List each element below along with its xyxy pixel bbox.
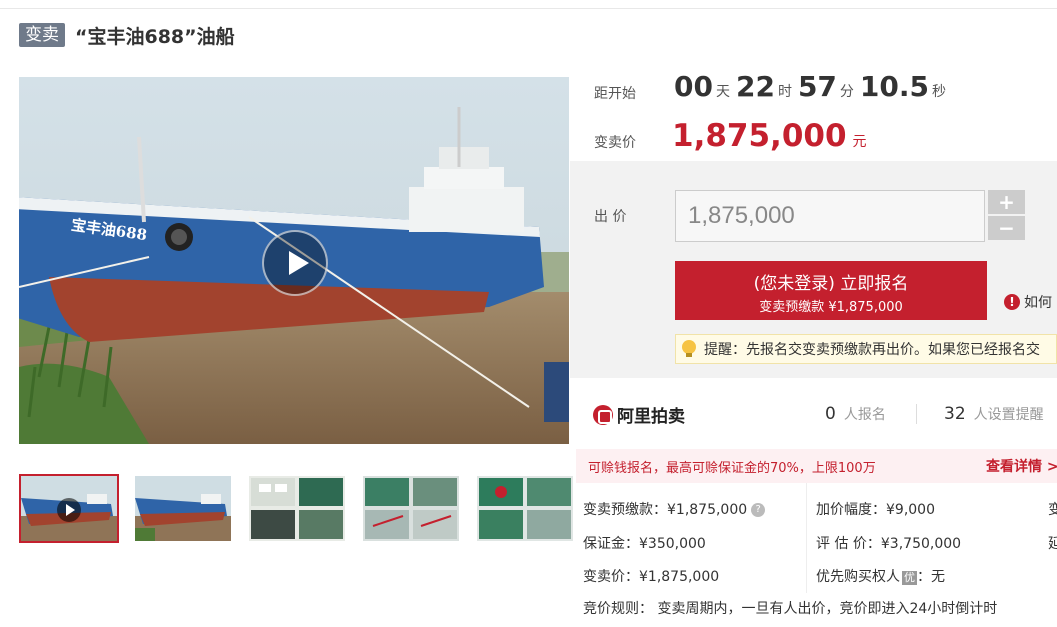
page-title: “宝丰油688”油船 (75, 25, 235, 48)
cut-column-text-2: 延 (1048, 536, 1057, 552)
countdown-days-unit: 天 (715, 84, 730, 100)
increase-bid-button[interactable]: + (988, 190, 1025, 214)
thumbnail-photo-2[interactable] (247, 474, 347, 543)
bid-label: 出 价 (594, 209, 627, 225)
countdown-hours: 22 (735, 70, 775, 103)
thumbnail-photo-4[interactable] (475, 474, 575, 543)
priority-badge: 优 (902, 571, 917, 585)
countdown-seconds-unit: 秒 (932, 84, 946, 100)
countdown-hours-unit: 时 (777, 84, 792, 100)
countdown-minutes: 57 (797, 70, 837, 103)
thumb-image (363, 476, 459, 541)
countdown-days: 00 (674, 70, 713, 103)
signup-button[interactable]: (您未登录) 立即报名 变卖预缴款 ¥1,875,000 (675, 261, 987, 320)
main-image[interactable]: 宝丰油688 (19, 77, 569, 444)
appraisal-info: 评 估 价：¥3,750,000 (816, 536, 962, 552)
thumb-image (249, 476, 345, 541)
countdown: 00 天 22 时 57 分 10.5 秒 (674, 70, 952, 103)
thumbnail-photo-3[interactable] (361, 474, 461, 543)
reminder-notice: 提醒：先报名交变卖预缴款再出价。如果您已经报名交 (675, 334, 1057, 364)
brand-name: 阿里拍卖 (617, 407, 685, 427)
priority-buyer-info: 优先购买权人优：无 (816, 566, 945, 586)
registered-count: 0 (825, 404, 836, 424)
deposit-text: 变卖预缴款：¥1,875,000 (583, 502, 748, 518)
reminder-count: 32 (944, 404, 966, 424)
decrease-bid-button[interactable]: − (988, 216, 1025, 240)
bid-amount-input[interactable]: 1,875,000 (675, 190, 985, 242)
increment-info: 加价幅度：¥9,000 (816, 502, 935, 518)
price-unit: 元 (852, 134, 867, 150)
thumb-image (477, 476, 573, 541)
thumb-image (135, 476, 231, 541)
registered-stat: 0 人报名 (825, 404, 886, 424)
thumbnail-photo-1[interactable] (133, 474, 233, 543)
credit-promo-bar: 可赊钱报名，最高可赊保证金的70%，上限100万 查看详情 > (576, 449, 1057, 483)
lightbulb-icon (682, 340, 696, 358)
countdown-label: 距开始 (594, 86, 636, 102)
guarantee-info: 保证金：¥350,000 (583, 536, 706, 552)
alibaba-auction-logo: 阿里拍卖 (593, 402, 685, 427)
countdown-minutes-unit: 分 (839, 84, 854, 100)
stat-divider (916, 404, 917, 424)
priority-value: ：无 (917, 569, 945, 585)
sale-price-info: 变卖价：¥1,875,000 (583, 569, 720, 585)
video-play-icon[interactable] (262, 230, 328, 296)
signup-label: (您未登录) 立即报名 (753, 274, 909, 294)
thumbnail-video[interactable] (19, 474, 119, 543)
price: 1,875,000 元 (672, 118, 867, 154)
cut-column-text-1: 变 (1048, 502, 1057, 518)
price-value: 1,875,000 (672, 118, 847, 154)
play-icon (57, 498, 81, 522)
view-details-link[interactable]: 查看详情 > (986, 456, 1057, 476)
detail-column-divider (806, 483, 807, 593)
top-divider (0, 8, 1057, 9)
reminder-label: 人设置提醒 (973, 407, 1044, 423)
signup-deposit-label: 变卖预缴款 ¥1,875,000 (759, 300, 903, 315)
auction-hammer-icon (593, 404, 613, 425)
promo-text: 可赊钱报名，最高可赊保证金的70%，上限100万 (588, 460, 876, 476)
sale-type-tag: 变卖 (19, 23, 65, 47)
info-icon: ! (1004, 294, 1020, 310)
registered-label: 人报名 (843, 407, 886, 423)
priority-label: 优先购买权人 (816, 569, 900, 585)
bidding-rules: 竞价规则： 变卖周期内，一旦有人出价，竞价即进入24小时倒计时 (583, 601, 998, 617)
deposit-info: 变卖预缴款：¥1,875,000? (583, 499, 766, 519)
howto-link[interactable]: ! 如何 (1004, 292, 1052, 312)
reminder-text: 提醒：先报名交变卖预缴款再出价。如果您已经报名交 (704, 342, 1040, 358)
reminder-stat: 32 人设置提醒 (944, 404, 1044, 424)
thumbnail-strip (19, 474, 589, 543)
help-icon[interactable]: ? (751, 503, 766, 517)
countdown-seconds: 10.5 (859, 70, 929, 103)
title-row: 变卖 “宝丰油688”油船 (19, 22, 235, 48)
price-label: 变卖价 (594, 135, 636, 151)
howto-label: 如何 (1024, 295, 1052, 311)
